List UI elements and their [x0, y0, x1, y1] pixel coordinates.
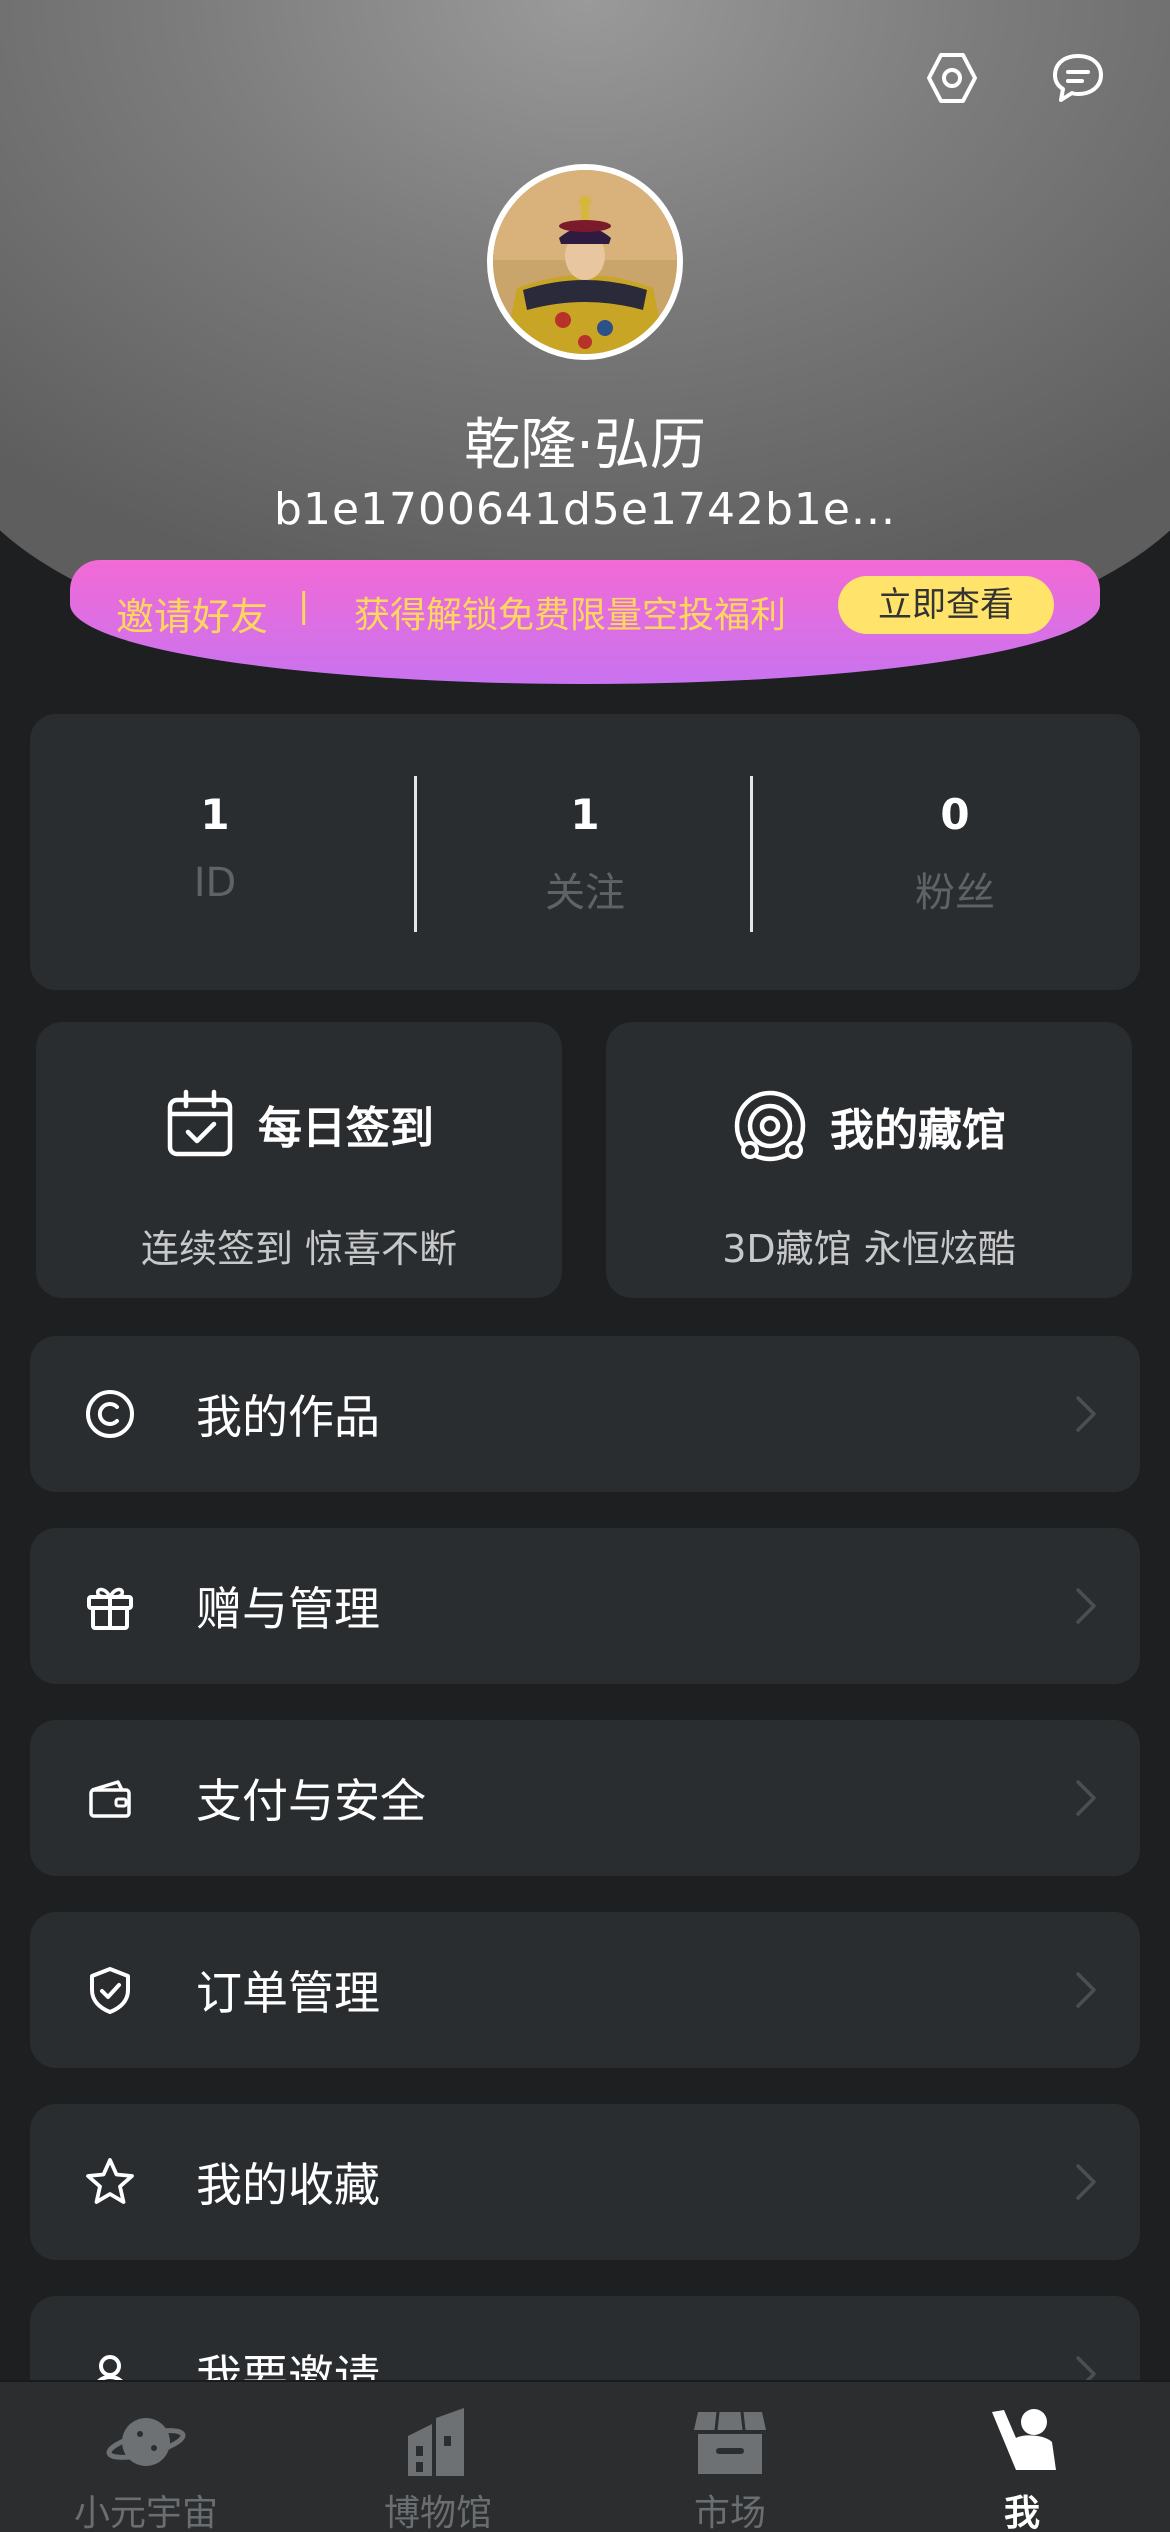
menu-payment-security[interactable]: 支付与安全 — [30, 1720, 1140, 1876]
copyright-icon — [82, 1386, 138, 1442]
my-museum-subtitle: 3D藏馆 永恒炫酷 — [722, 1227, 1016, 1271]
tab-market-label: 市场 — [693, 2493, 766, 2532]
my-museum-title: 我的藏馆 — [830, 1105, 1006, 1156]
menu-order-management-label: 订单管理 — [196, 1966, 380, 2020]
store-icon — [694, 2411, 766, 2474]
menu-my-favorites[interactable]: 我的收藏 — [30, 2104, 1140, 2260]
menu-gift-management[interactable]: 赠与管理 — [30, 1528, 1140, 1684]
stat-followers-value: 0 — [940, 790, 970, 839]
chevron-right-icon — [1076, 1972, 1096, 2008]
wallet-icon — [82, 1770, 138, 1826]
settings-hex-icon — [927, 53, 977, 103]
chevron-right-icon — [1076, 2164, 1096, 2200]
stat-followers-label: 粉丝 — [915, 870, 995, 916]
chevron-right-icon — [1076, 1780, 1096, 1816]
my-museum-title-row: 我的藏馆 — [606, 1088, 1132, 1164]
tab-me[interactable]: 我 — [876, 2382, 1168, 2532]
invite-benefit-text: 获得解锁免费限量空投福利 — [354, 595, 787, 636]
vinyl-disc-icon — [734, 1090, 806, 1162]
person-wave-icon — [992, 2409, 1056, 2470]
menu-order-management[interactable]: 订单管理 — [30, 1912, 1140, 2068]
gift-icon — [82, 1578, 138, 1634]
stat-following[interactable]: 1 关注 — [400, 714, 770, 990]
stats-card: 1 ID 1 关注 0 粉丝 — [30, 714, 1140, 990]
banner-separator: | — [298, 586, 310, 626]
message-bubble-icon — [1053, 54, 1103, 102]
tab-museum[interactable]: 博物馆 — [292, 2382, 584, 2532]
username: 乾隆·弘历 — [464, 413, 706, 478]
invite-banner[interactable]: 邀请好友 | 获得解锁免费限量空投福利 立即查看 — [70, 560, 1100, 684]
tab-museum-label: 博物馆 — [383, 2493, 492, 2532]
menu-my-favorites-label: 我的收藏 — [196, 2158, 380, 2212]
tab-metaverse[interactable]: 小元宇宙 — [0, 2382, 292, 2532]
menu-my-works[interactable]: 我的作品 — [30, 1336, 1140, 1492]
stat-following-value: 1 — [570, 790, 600, 839]
daily-checkin-card[interactable]: 每日签到 连续签到 惊喜不断 — [36, 1022, 562, 1298]
daily-checkin-title: 每日签到 — [258, 1103, 434, 1154]
stats-divider — [750, 776, 753, 932]
building-icon — [408, 2408, 464, 2476]
planet-icon — [106, 2418, 186, 2466]
chevron-right-icon — [1076, 1588, 1096, 1624]
tab-me-label: 我 — [1003, 2493, 1040, 2532]
shield-check-icon — [82, 1962, 138, 2018]
calendar-check-icon — [167, 1089, 233, 1157]
stat-id-value: 1 — [200, 790, 230, 839]
daily-checkin-subtitle: 连续签到 惊喜不断 — [140, 1227, 458, 1271]
stat-id-label: ID — [193, 860, 237, 906]
star-icon — [82, 2154, 138, 2210]
my-museum-card[interactable]: 我的藏馆 3D藏馆 永恒炫酷 — [606, 1022, 1132, 1298]
menu-my-works-label: 我的作品 — [196, 1390, 380, 1444]
view-now-button[interactable]: 立即查看 — [838, 576, 1054, 634]
stat-followers[interactable]: 0 粉丝 — [770, 714, 1140, 990]
chevron-right-icon — [1076, 1396, 1096, 1432]
stat-following-label: 关注 — [545, 870, 625, 916]
profile-screen: 乾隆·弘历 b1e1700641d5e1742b1e... 邀请好友 | 获得解… — [0, 0, 1170, 2532]
menu-gift-management-label: 赠与管理 — [196, 1582, 380, 1636]
avatar[interactable] — [487, 164, 683, 360]
wallet-address[interactable]: b1e1700641d5e1742b1e... — [0, 484, 1170, 535]
invite-label: 邀请好友 — [116, 595, 269, 639]
portrait-avatar-image — [493, 170, 677, 354]
menu-payment-security-label: 支付与安全 — [196, 1774, 426, 1828]
bottom-tab-bar: 小元宇宙 博物馆 市场 我 — [0, 2380, 1170, 2532]
stat-id[interactable]: 1 ID — [30, 714, 400, 990]
messages-button[interactable] — [1046, 46, 1110, 110]
tab-market[interactable]: 市场 — [584, 2382, 876, 2532]
settings-button[interactable] — [920, 46, 984, 110]
tab-metaverse-label: 小元宇宙 — [73, 2493, 218, 2532]
daily-checkin-title-row: 每日签到 — [36, 1088, 562, 1160]
